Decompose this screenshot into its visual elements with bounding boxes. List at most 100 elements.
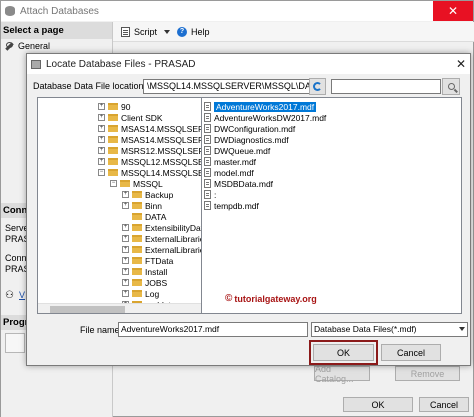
file-list-item[interactable]: :	[204, 189, 216, 200]
tree-expander-icon[interactable]: +	[122, 290, 129, 297]
tree-node[interactable]: + Client SDK	[98, 112, 163, 123]
file-name-label: AdventureWorksDW2017.mdf	[214, 112, 327, 123]
tree-node-label: 90	[121, 101, 131, 112]
search-button[interactable]	[442, 78, 460, 95]
file-list[interactable]: AdventureWorks2017.mdf AdventureWorksDW20…	[201, 97, 462, 314]
remove-button[interactable]: Remove	[395, 366, 460, 381]
tree-node[interactable]: DATA	[122, 211, 166, 222]
progress-indicator	[5, 333, 25, 353]
folder-icon	[108, 103, 118, 110]
tree-expander-icon[interactable]: +	[122, 235, 129, 242]
ok-button[interactable]: OK	[313, 344, 374, 361]
tree-expander-icon[interactable]: +	[98, 136, 105, 143]
tree-node-label: Backup	[145, 189, 174, 200]
page-general[interactable]: General	[1, 39, 112, 53]
tree-expander-icon[interactable]: −	[110, 180, 117, 187]
tree-expander-icon[interactable]: +	[98, 158, 105, 165]
tree-expander-icon[interactable]: −	[98, 169, 105, 176]
tree-expander-icon[interactable]: +	[98, 114, 105, 121]
tree-node-label: FTData	[145, 255, 174, 266]
tree-expander-icon[interactable]: +	[122, 224, 129, 231]
connection-line: Serve	[5, 223, 29, 233]
tree-expander-icon[interactable]: +	[122, 257, 129, 264]
page-general-label: General	[18, 41, 51, 51]
file-icon	[204, 179, 211, 188]
tree-expander-icon[interactable]: +	[122, 279, 129, 286]
folder-icon	[132, 268, 142, 275]
tree-expander-icon[interactable]: +	[122, 191, 129, 198]
file-icon	[204, 113, 211, 122]
file-type-select[interactable]: Database Data Files(*.mdf)	[311, 322, 468, 337]
folder-icon	[132, 246, 142, 253]
file-name-label: model.mdf	[214, 167, 254, 178]
tree-node[interactable]: + Backup	[122, 189, 173, 200]
folder-icon	[108, 169, 118, 176]
file-list-item[interactable]: master.mdf	[204, 156, 256, 167]
file-icon	[204, 190, 211, 199]
tree-node[interactable]: − MSSQL	[110, 178, 163, 189]
tree-node[interactable]: + Log	[122, 288, 159, 299]
file-name-label: File name:	[80, 325, 123, 335]
file-icon	[204, 124, 211, 133]
window-close-button[interactable]: ✕	[433, 1, 473, 21]
attach-ok-button[interactable]: OK	[343, 397, 413, 412]
main-toolbar: Script ? Help	[113, 22, 474, 42]
dialog-app-icon	[31, 59, 41, 69]
folder-icon	[132, 290, 142, 297]
tree-expander-icon[interactable]: +	[98, 147, 105, 154]
tree-node[interactable]: + Binn	[122, 200, 162, 211]
tree-node[interactable]: + FTData	[122, 255, 173, 266]
search-icon	[447, 83, 455, 90]
folder-icon	[132, 191, 142, 198]
tree-expander-icon[interactable]: +	[98, 103, 105, 110]
attach-cancel-button[interactable]: Cancel	[419, 397, 469, 412]
file-list-item[interactable]: MSDBData.mdf	[204, 178, 273, 189]
refresh-button[interactable]	[309, 78, 326, 95]
file-name-input[interactable]: AdventureWorks2017.mdf	[118, 322, 308, 337]
tree-expander-icon[interactable]: +	[122, 202, 129, 209]
help-button[interactable]: Help	[191, 27, 210, 37]
tree-node[interactable]: + ExternalLibraries	[122, 233, 209, 244]
chevron-down-icon[interactable]	[164, 29, 171, 34]
dialog-title: Locate Database Files - PRASAD	[46, 58, 196, 70]
tree-horizontal-scroll-thumb[interactable]	[50, 306, 125, 313]
folder-icon	[108, 136, 118, 143]
add-catalog-button[interactable]: Add Catalog...	[314, 364, 370, 384]
file-icon	[204, 168, 211, 177]
tree-node[interactable]: + ExtensibilityData	[122, 222, 208, 233]
file-list-item[interactable]: DWConfiguration.mdf	[204, 123, 295, 134]
folder-icon	[120, 180, 130, 187]
folder-tree[interactable]: +90 + Client SDK + MSAS14.MSSQLSERVER + MSAS14…	[37, 97, 224, 314]
window-title: Attach Databases	[20, 5, 99, 17]
file-list-item[interactable]: DWDiagnostics.mdf	[204, 134, 289, 145]
dialog-close-button[interactable]: ✕	[456, 57, 466, 71]
tree-horizontal-scrollbar[interactable]	[38, 303, 223, 313]
tree-expander-icon[interactable]: +	[122, 246, 129, 253]
folder-icon	[108, 125, 118, 132]
tree-expander-icon[interactable]: +	[122, 268, 129, 275]
file-type-value: Database Data Files(*.mdf)	[314, 324, 417, 334]
file-list-item[interactable]: AdventureWorks2017.mdf	[204, 101, 317, 112]
wrench-icon	[5, 41, 14, 51]
view-connection-link[interactable]: V	[19, 290, 25, 300]
file-list-item[interactable]: tempdb.mdf	[204, 200, 259, 211]
tree-node[interactable]: +90	[98, 101, 130, 112]
folder-icon	[108, 114, 118, 121]
watermark-text: tutorialgateway.org	[234, 293, 317, 304]
cancel-button[interactable]: Cancel	[381, 344, 441, 361]
file-name-label: master.mdf	[214, 156, 257, 167]
file-list-item[interactable]: DWQueue.mdf	[204, 145, 270, 156]
connection-properties-icon: ⚇	[5, 290, 14, 301]
file-list-item[interactable]: AdventureWorksDW2017.mdf	[204, 112, 326, 123]
tree-node[interactable]: + Install	[122, 266, 167, 277]
file-list-item[interactable]: model.mdf	[204, 167, 254, 178]
tree-node[interactable]: + JOBS	[122, 277, 167, 288]
file-name-label: AdventureWorks2017.mdf	[214, 101, 317, 112]
tree-expander-icon[interactable]: +	[98, 125, 105, 132]
script-button[interactable]: Script	[134, 27, 157, 37]
location-path-input[interactable]: \MSSQL14.MSSQLSERVER\MSSQL\DATA	[143, 79, 326, 94]
search-input[interactable]	[331, 79, 441, 94]
tree-node-label: MSSQL	[133, 178, 163, 189]
copyright-icon: ©	[225, 293, 233, 304]
folder-icon	[108, 147, 118, 154]
